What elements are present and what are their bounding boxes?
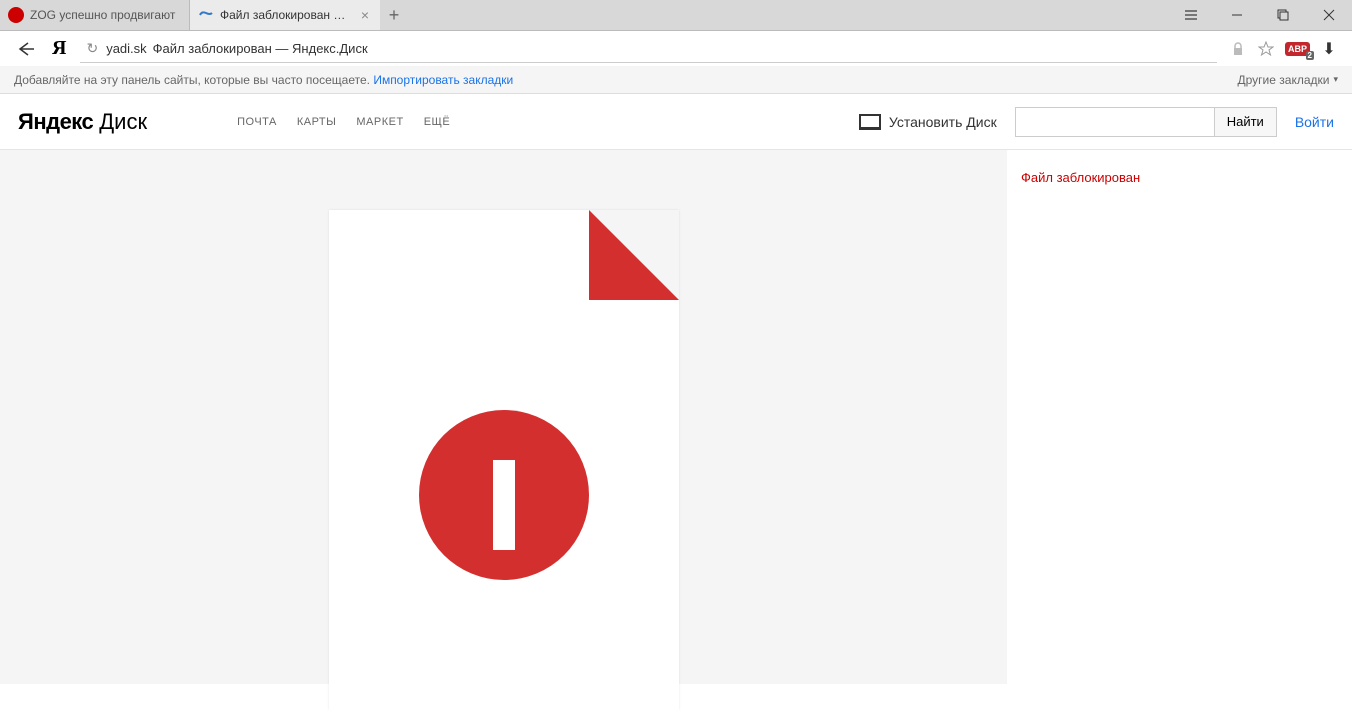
yandex-disk-logo[interactable]: Яндекс Диск [18, 109, 147, 135]
content-area [0, 150, 1007, 684]
blocked-message: Файл заблокирован [1021, 170, 1338, 185]
favicon-icon [198, 7, 214, 23]
import-bookmarks-link[interactable]: Импортировать закладки [373, 73, 513, 87]
error-icon [419, 410, 589, 580]
bookmarks-hint: Добавляйте на эту панель сайты, которые … [14, 73, 513, 87]
logo-disk: Диск [99, 109, 147, 135]
other-bookmarks-button[interactable]: Другие закладки [1238, 73, 1338, 87]
new-tab-button[interactable]: + [380, 1, 408, 29]
bookmark-star-icon[interactable] [1257, 40, 1275, 58]
bookmarks-hint-text: Добавляйте на эту панель сайты, которые … [14, 73, 370, 87]
adblock-icon[interactable]: ABP2 [1285, 42, 1310, 56]
laptop-icon [859, 114, 881, 130]
tab-title: Файл заблокирован — Я [220, 8, 354, 22]
search-input[interactable] [1015, 107, 1215, 137]
lock-icon[interactable] [1229, 40, 1247, 58]
file-fold-icon [589, 210, 679, 300]
reload-icon[interactable]: ↻ [86, 40, 98, 57]
side-panel: Файл заблокирован [1007, 150, 1352, 684]
maximize-button[interactable] [1260, 0, 1306, 30]
install-disk-button[interactable]: Установить Диск [859, 114, 997, 130]
login-link[interactable]: Войти [1295, 114, 1334, 130]
close-icon[interactable]: × [358, 8, 372, 22]
favicon-icon [8, 7, 24, 23]
back-button[interactable] [6, 31, 42, 67]
browser-tab-inactive[interactable]: ZOG успешно продвигают [0, 0, 190, 30]
yandex-logo-icon[interactable]: Я [42, 37, 76, 60]
close-button[interactable] [1306, 0, 1352, 30]
downloads-icon[interactable]: ⬇ [1320, 40, 1338, 58]
menu-icon[interactable] [1168, 8, 1214, 22]
minimize-button[interactable] [1214, 0, 1260, 30]
nav-market[interactable]: МАРКЕТ [356, 116, 403, 128]
blocked-file-card [329, 210, 679, 710]
logo-yandex: Яндекс [18, 109, 93, 135]
nav-maps[interactable]: КАРТЫ [297, 116, 337, 128]
address-title: Файл заблокирован — Яндекс.Диск [153, 41, 368, 56]
tab-title: ZOG успешно продвигают [30, 8, 181, 22]
address-host: yadi.sk [106, 41, 146, 56]
address-bar[interactable]: ↻ yadi.sk Файл заблокирован — Яндекс.Дис… [80, 35, 1217, 63]
search-button[interactable]: Найти [1215, 107, 1277, 137]
nav-more[interactable]: ЕЩЁ [424, 116, 451, 128]
adblock-badge: 2 [1306, 51, 1314, 60]
other-bookmarks-label: Другие закладки [1238, 73, 1330, 87]
nav-mail[interactable]: ПОЧТА [237, 116, 277, 128]
install-label: Установить Диск [889, 114, 997, 130]
browser-tab-active[interactable]: Файл заблокирован — Я × [190, 0, 380, 30]
